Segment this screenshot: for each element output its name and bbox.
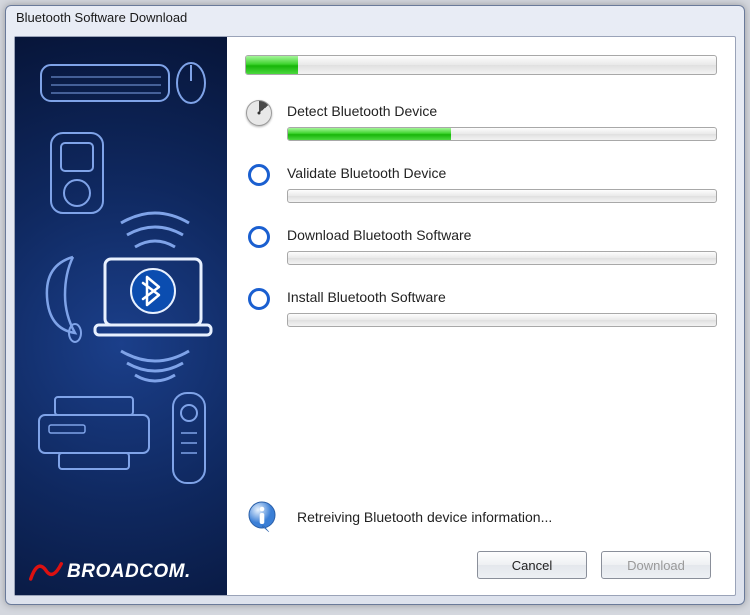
pending-circle-icon bbox=[248, 288, 270, 310]
vendor-logo: BROADCOM. bbox=[29, 553, 191, 583]
overall-progress-fill bbox=[246, 56, 298, 74]
window-body: BROADCOM. Detect Bluetooth Device bbox=[14, 36, 736, 596]
step-progress-bar bbox=[287, 127, 717, 141]
step-progress-bar bbox=[287, 313, 717, 327]
step-download: Download Bluetooth Software bbox=[245, 227, 717, 279]
status-message: Retreiving Bluetooth device information.… bbox=[297, 509, 552, 525]
step-progress-bar bbox=[287, 251, 717, 265]
window-title: Bluetooth Software Download bbox=[16, 10, 187, 25]
step-label: Validate Bluetooth Device bbox=[287, 165, 717, 181]
installer-window: Bluetooth Software Download bbox=[5, 5, 745, 605]
devices-illustration-icon bbox=[15, 37, 227, 595]
step-progress-bar bbox=[287, 189, 717, 203]
main-panel: Detect Bluetooth Device Validate Bluetoo… bbox=[227, 37, 735, 595]
broadcom-swoosh-icon bbox=[29, 553, 63, 583]
sidebar-graphic: BROADCOM. bbox=[15, 37, 227, 595]
download-button[interactable]: Download bbox=[601, 551, 711, 579]
overall-progress-bar bbox=[245, 55, 717, 75]
status-row: Retreiving Bluetooth device information.… bbox=[245, 501, 717, 533]
step-label: Install Bluetooth Software bbox=[287, 289, 717, 305]
info-icon bbox=[247, 501, 279, 533]
spinner-icon bbox=[246, 100, 272, 126]
pending-circle-icon bbox=[248, 164, 270, 186]
step-validate: Validate Bluetooth Device bbox=[245, 165, 717, 217]
cancel-button[interactable]: Cancel bbox=[477, 551, 587, 579]
step-label: Detect Bluetooth Device bbox=[287, 103, 717, 119]
vendor-name: BROADCOM. bbox=[67, 561, 191, 583]
step-install: Install Bluetooth Software bbox=[245, 289, 717, 341]
step-label: Download Bluetooth Software bbox=[287, 227, 717, 243]
titlebar: Bluetooth Software Download bbox=[6, 6, 744, 30]
step-detect: Detect Bluetooth Device bbox=[245, 103, 717, 155]
pending-circle-icon bbox=[248, 226, 270, 248]
button-row: Cancel Download bbox=[245, 551, 717, 585]
